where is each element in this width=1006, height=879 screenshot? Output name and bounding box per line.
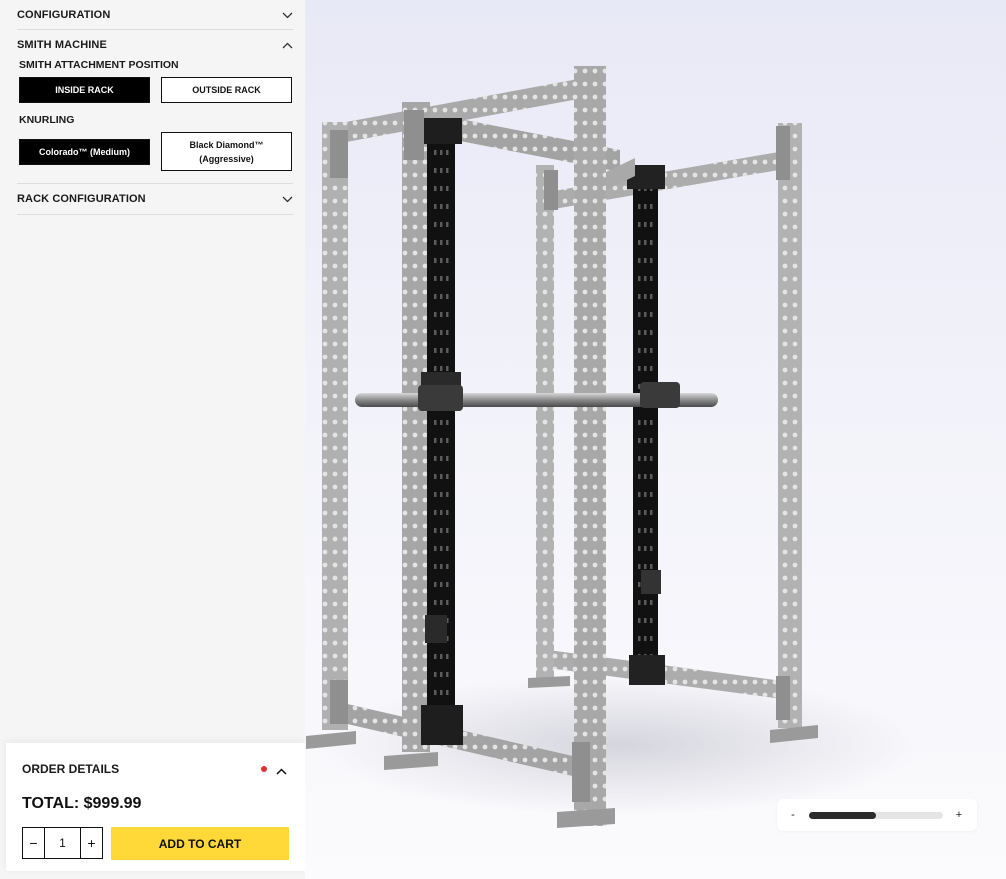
- order-total: TOTAL: $999.99: [22, 795, 142, 812]
- section-rack-configuration-label: RACK CONFIGURATION: [17, 193, 146, 205]
- configurator-sidebar: CONFIGURATION SMITH MACHINE SMITH ATTACH…: [0, 0, 305, 879]
- section-configuration-label: CONFIGURATION: [17, 9, 111, 21]
- zoom-slider[interactable]: [809, 811, 943, 819]
- option-inside-rack[interactable]: INSIDE RACK: [19, 77, 150, 103]
- option-black-diamond-aggressive[interactable]: Black Diamond™ (Aggressive): [161, 132, 292, 171]
- section-smith-machine-label: SMITH MACHINE: [17, 39, 107, 51]
- knurling-label: KNURLING: [19, 114, 75, 126]
- section-smith-machine-header[interactable]: SMITH MACHINE: [17, 38, 293, 52]
- section-divider: [17, 29, 293, 30]
- zoom-out-button[interactable]: -: [777, 809, 809, 821]
- order-details-panel: ORDER DETAILS TOTAL: $999.99 − + ADD TO …: [6, 743, 305, 871]
- section-divider: [17, 214, 293, 215]
- option-colorado-medium[interactable]: Colorado™ (Medium): [19, 139, 150, 165]
- option-outside-rack[interactable]: OUTSIDE RACK: [161, 77, 292, 103]
- quantity-increase-button[interactable]: +: [80, 828, 102, 858]
- option-black-diamond-line1: Black Diamond™: [189, 139, 264, 150]
- option-inside-rack-label: INSIDE RACK: [55, 85, 114, 95]
- product-3d-viewer[interactable]: [305, 0, 1006, 879]
- section-rack-configuration-header[interactable]: RACK CONFIGURATION: [17, 192, 293, 206]
- chevron-down-icon: [281, 9, 293, 21]
- option-black-diamond-line2: (Aggressive): [199, 153, 254, 164]
- order-details-title: ORDER DETAILS: [22, 762, 120, 776]
- quantity-decrease-button[interactable]: −: [23, 828, 45, 858]
- zoom-control: - +: [777, 799, 977, 831]
- chevron-up-icon: [281, 39, 293, 51]
- add-to-cart-button[interactable]: ADD TO CART: [111, 827, 289, 860]
- chevron-up-icon[interactable]: [276, 762, 288, 775]
- notification-dot: [261, 766, 267, 772]
- zoom-in-button[interactable]: +: [943, 809, 975, 821]
- option-outside-rack-label: OUTSIDE RACK: [192, 85, 261, 95]
- zoom-slider-fill: [809, 811, 876, 819]
- section-configuration-header[interactable]: CONFIGURATION: [17, 8, 293, 22]
- chevron-down-icon: [281, 193, 293, 205]
- quantity-input[interactable]: [45, 828, 80, 858]
- option-colorado-medium-label: Colorado™ (Medium): [39, 147, 130, 157]
- attachment-position-label: SMITH ATTACHMENT POSITION: [19, 59, 179, 71]
- section-divider: [17, 183, 293, 184]
- quantity-stepper: − +: [22, 827, 103, 859]
- smith-machine-rack-render: [306, 66, 920, 828]
